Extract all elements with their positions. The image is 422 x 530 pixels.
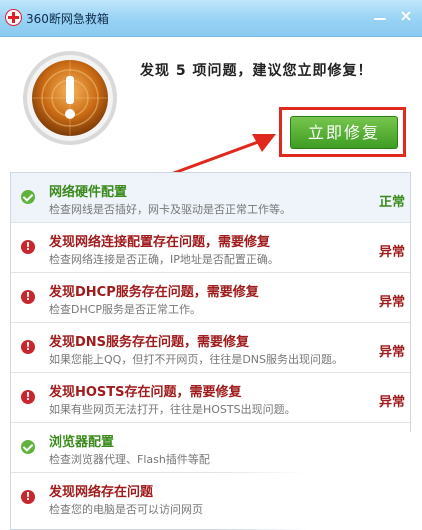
watermark-fade	[215, 432, 422, 530]
item-description: 检查浏览器代理、Flash插件等配	[49, 453, 210, 466]
item-description: 检查您的电脑是否可以访问网页	[49, 503, 203, 516]
list-item[interactable]: ! 发现HOSTS存在问题，需要修复 如果有些网页无法打开，往往是HOSTS出现…	[11, 373, 410, 423]
item-title: 发现HOSTS存在问题，需要修复	[49, 385, 242, 400]
item-title: 发现DHCP服务存在问题，需要修复	[49, 285, 259, 300]
status-badge: 异常	[379, 345, 406, 360]
item-description: 检查网络连接是否正确，IP地址是否配置正确。	[49, 253, 279, 266]
item-title: 发现网络存在问题	[49, 485, 154, 500]
scan-result-headline: 发现 5 项问题，建议您立即修复！	[140, 63, 373, 79]
item-title: 发现网络连接配置存在问题，需要修复	[49, 235, 271, 250]
status-badge: 异常	[379, 295, 406, 310]
status-badge: 异常	[379, 395, 406, 410]
item-description: 检查网线是否插好，网卡及驱动是否正常工作等。	[49, 203, 291, 216]
fix-now-button[interactable]: 立即修复	[290, 116, 398, 149]
app-logo-icon	[5, 9, 22, 26]
item-description: 如果有些网页无法打开，往往是HOSTS出现问题。	[49, 403, 296, 416]
error-icon: !	[21, 240, 35, 254]
item-title: 浏览器配置	[49, 435, 115, 450]
status-badge: 异常	[379, 245, 406, 260]
window-title: 360断网急救箱	[26, 12, 109, 26]
item-description: 如果您能上QQ，但打不开网页，往往是DNS服务出现问题。	[49, 353, 343, 366]
check-icon	[21, 190, 35, 204]
list-item[interactable]: ! 发现DNS服务存在问题，需要修复 如果您能上QQ，但打不开网页，往往是DNS…	[11, 323, 410, 373]
list-item[interactable]: 网络硬件配置 检查网线是否插好，网卡及驱动是否正常工作等。 正常	[11, 173, 410, 223]
close-button[interactable]: ×	[396, 6, 416, 26]
error-icon: !	[21, 390, 35, 404]
item-description: 检查DHCP服务是否正常工作。	[49, 303, 202, 316]
list-item[interactable]: ! 发现网络连接配置存在问题，需要修复 检查网络连接是否正确，IP地址是否配置正…	[11, 223, 410, 273]
minimize-button[interactable]	[370, 6, 390, 26]
error-icon: !	[21, 290, 35, 304]
warning-radar-icon	[23, 51, 117, 145]
list-item[interactable]: ! 发现DHCP服务存在问题，需要修复 检查DHCP服务是否正常工作。 异常	[11, 273, 410, 323]
status-badge: 正常	[379, 195, 406, 210]
title-bar: 360断网急救箱 ×	[0, 0, 422, 37]
item-title: 发现DNS服务存在问题，需要修复	[49, 335, 250, 350]
check-icon	[21, 440, 35, 454]
error-icon: !	[21, 490, 35, 504]
item-title: 网络硬件配置	[49, 185, 128, 200]
error-icon: !	[21, 340, 35, 354]
